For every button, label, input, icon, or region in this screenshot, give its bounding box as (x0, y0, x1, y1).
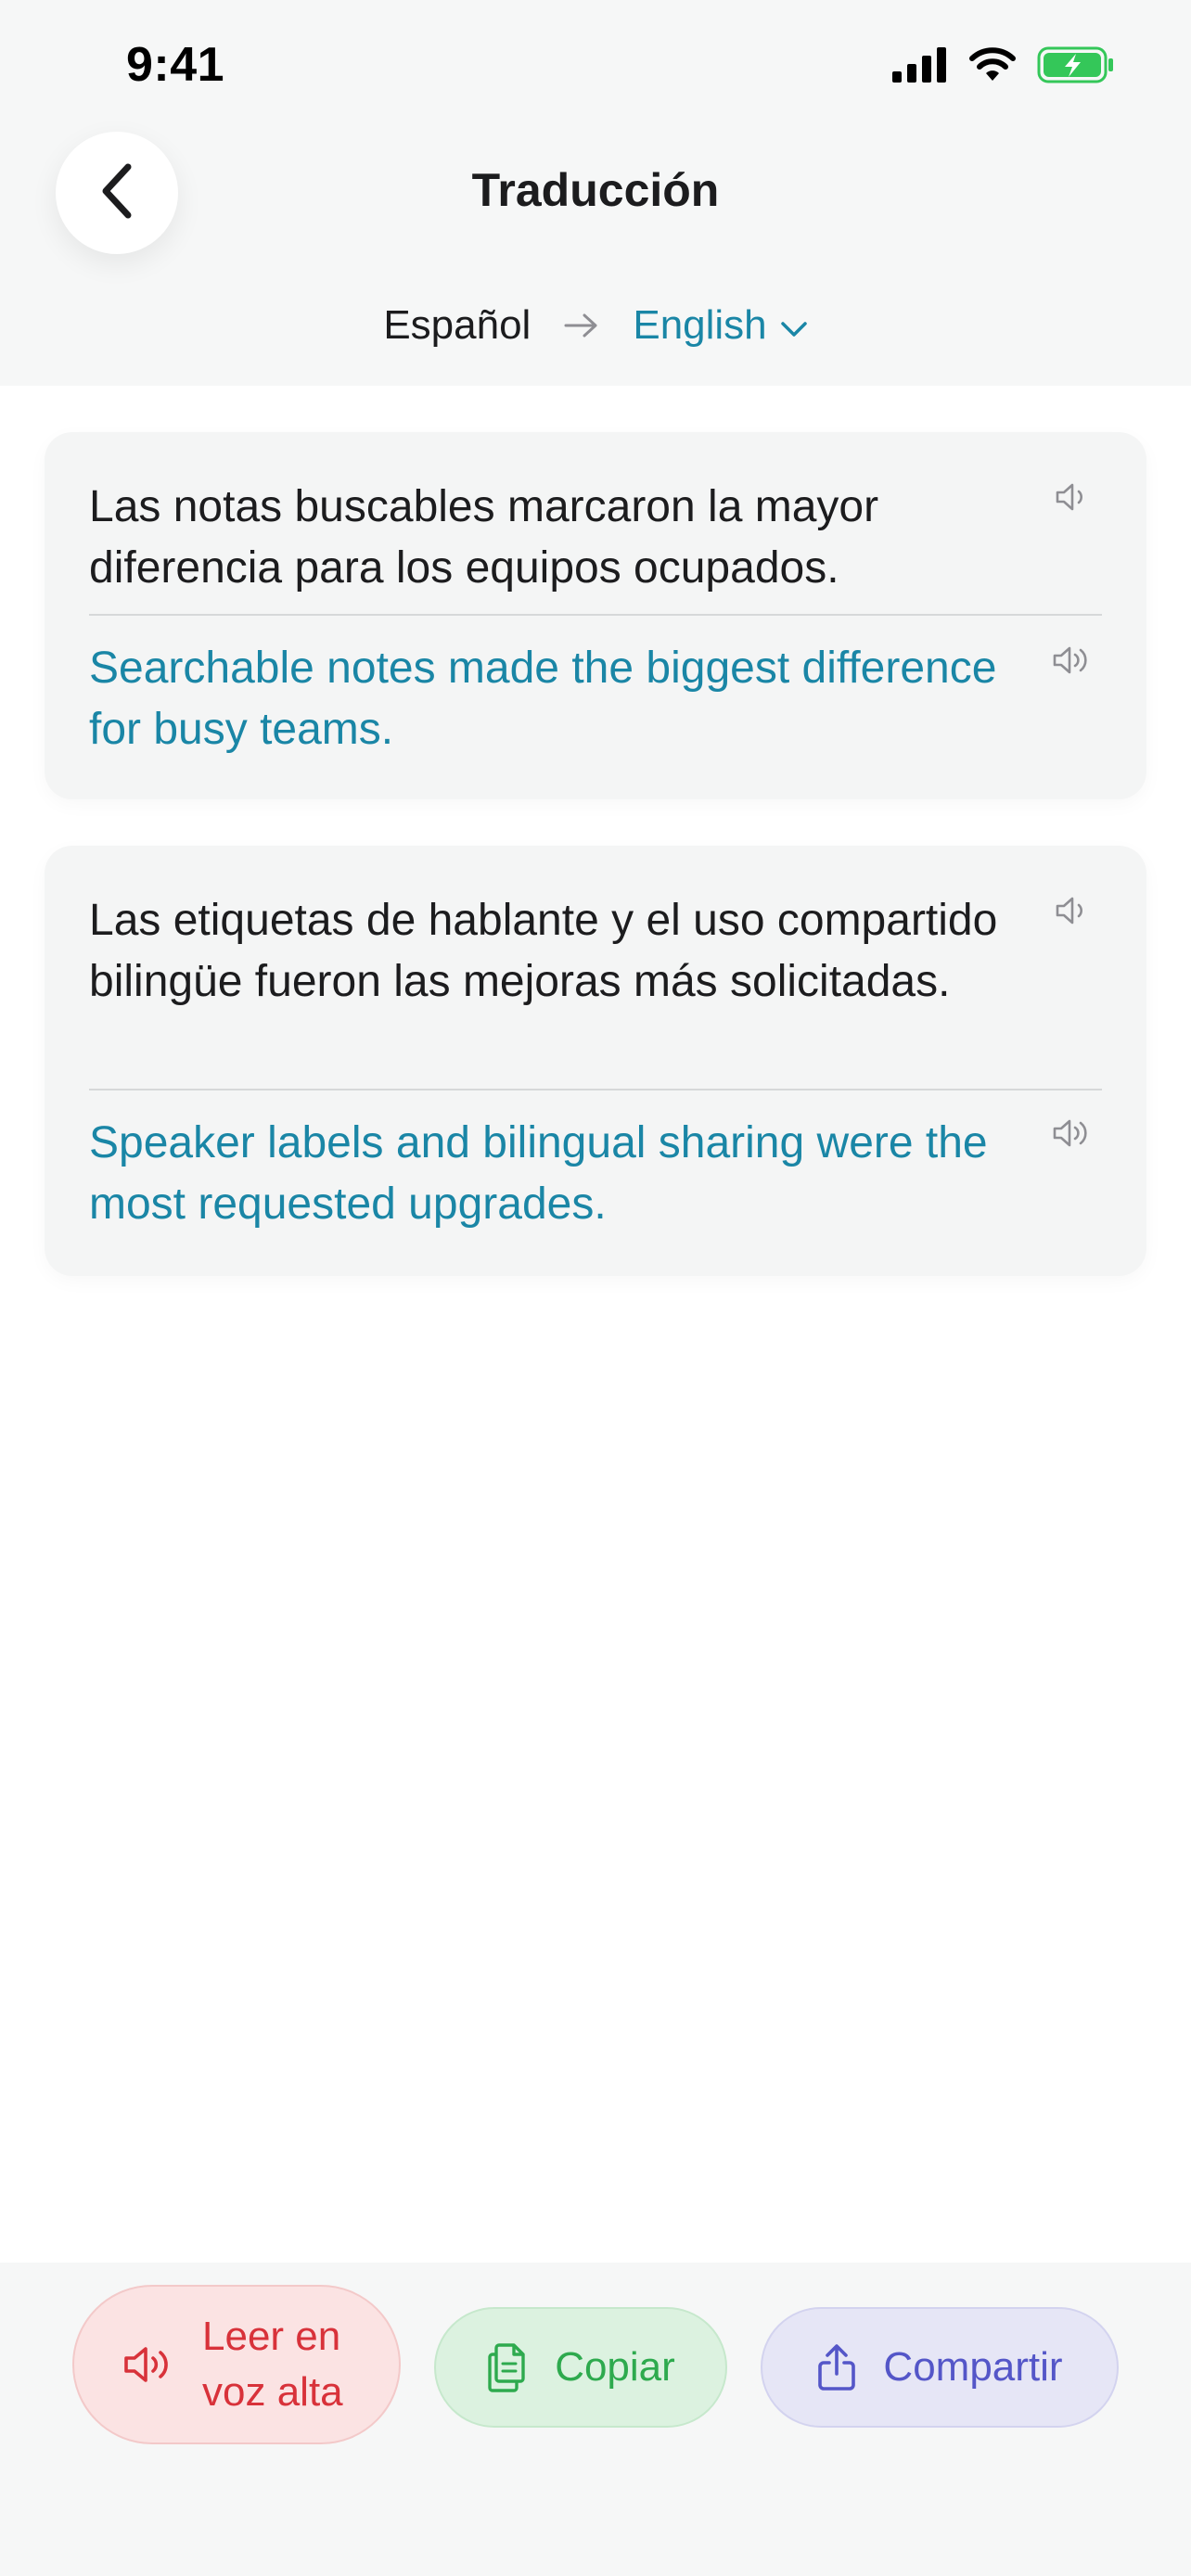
speaker-icon (122, 2344, 174, 2385)
share-label: Compartir (883, 2344, 1063, 2390)
speaker-icon (1052, 644, 1093, 681)
status-bar: 9:41 (0, 0, 1191, 139)
target-language-dropdown[interactable]: English (633, 302, 807, 349)
play-translation-button[interactable] (1044, 1107, 1100, 1163)
status-time: 9:41 (126, 38, 225, 92)
header: 9:41 Traducción Español English (0, 0, 1191, 386)
speaker-icon (1052, 1117, 1093, 1154)
share-icon (816, 2342, 857, 2392)
translation-card: Las notas buscables marcaron la mayor di… (45, 432, 1146, 799)
play-original-button[interactable] (1044, 471, 1100, 527)
wifi-icon (968, 47, 1017, 83)
battery-icon (1037, 46, 1115, 83)
speaker-icon (1055, 482, 1090, 516)
translated-segment: Searchable notes made the biggest differ… (89, 638, 1102, 760)
read-aloud-label: Leer en voz alta (202, 2314, 343, 2415)
copy-icon (486, 2341, 529, 2393)
translated-text: Searchable notes made the biggest differ… (89, 644, 997, 754)
divider (89, 614, 1102, 616)
share-button[interactable]: Compartir (761, 2307, 1119, 2428)
speaker-icon (1055, 896, 1090, 930)
status-icons (892, 46, 1115, 83)
page-title: Traducción (471, 164, 720, 216)
original-segment: Las etiquetas de hablante y el uso compa… (89, 890, 1102, 1013)
language-selector-row: Español English (0, 302, 1191, 349)
copy-button[interactable]: Copiar (434, 2307, 727, 2428)
copy-label: Copiar (555, 2344, 675, 2390)
divider (89, 1089, 1102, 1090)
cellular-signal-icon (892, 47, 948, 83)
chevron-down-icon (780, 302, 808, 349)
bottom-action-bar: Leer en voz alta Copiar Compartir (0, 2263, 1191, 2576)
play-translation-button[interactable] (1044, 634, 1100, 690)
original-segment: Las notas buscables marcaron la mayor di… (89, 477, 1102, 599)
translation-card: Las etiquetas de hablante y el uso compa… (45, 846, 1146, 1276)
translated-text: Speaker labels and bilingual sharing wer… (89, 1118, 988, 1229)
source-language: Español (383, 302, 531, 348)
original-text: Las etiquetas de hablante y el uso compa… (89, 896, 998, 1006)
target-language-label: English (633, 302, 767, 348)
play-original-button[interactable] (1044, 885, 1100, 940)
arrow-right-icon (564, 312, 599, 338)
read-aloud-button[interactable]: Leer en voz alta (72, 2285, 401, 2444)
translated-segment: Speaker labels and bilingual sharing wer… (89, 1113, 1102, 1235)
original-text: Las notas buscables marcaron la mayor di… (89, 482, 879, 593)
